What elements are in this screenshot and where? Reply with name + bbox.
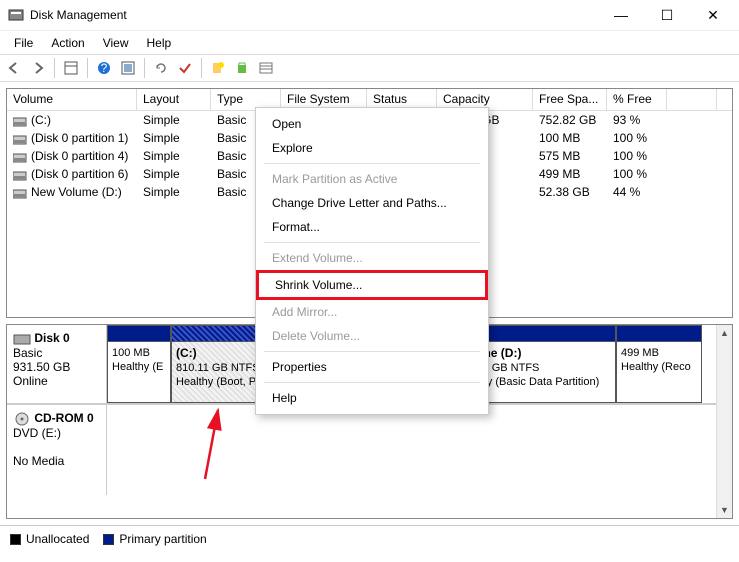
menu-help[interactable]: Help — [139, 34, 180, 52]
col-layout[interactable]: Layout — [137, 89, 211, 110]
cdrom-empty — [107, 405, 716, 495]
cdrom-type: DVD (E:) — [13, 426, 61, 440]
ctx-change-letter[interactable]: Change Drive Letter and Paths... — [256, 191, 488, 215]
partition[interactable]: 100 MBHealthy (E — [107, 325, 171, 403]
disk0-status: Online — [13, 374, 48, 388]
ctx-shrink-volume[interactable]: Shrink Volume... — [256, 270, 488, 300]
col-blank[interactable] — [667, 89, 717, 110]
show-hide-icon[interactable] — [61, 58, 81, 78]
disk0-info[interactable]: Disk 0 Basic 931.50 GB Online — [7, 325, 107, 403]
window-title: Disk Management — [30, 8, 607, 22]
back-icon[interactable] — [4, 58, 24, 78]
menu-bar: File Action View Help — [0, 30, 739, 54]
menu-action[interactable]: Action — [43, 34, 92, 52]
ctx-mark-active: Mark Partition as Active — [256, 167, 488, 191]
legend-unallocated: Unallocated — [10, 532, 89, 546]
refresh-icon[interactable] — [151, 58, 171, 78]
col-free[interactable]: Free Spa... — [533, 89, 607, 110]
col-volume[interactable]: Volume — [7, 89, 137, 110]
app-icon — [8, 7, 24, 23]
ctx-extend-volume: Extend Volume... — [256, 246, 488, 270]
ctx-properties[interactable]: Properties — [256, 355, 488, 379]
settings-icon[interactable] — [118, 58, 138, 78]
list-icon[interactable] — [256, 58, 276, 78]
ctx-open[interactable]: Open — [256, 112, 488, 136]
legend-primary: Primary partition — [103, 532, 206, 546]
window-controls: — ☐ ✕ — [607, 5, 727, 25]
graphical-scrollbar[interactable]: ▲ ▼ — [716, 325, 732, 518]
forward-icon[interactable] — [28, 58, 48, 78]
title-bar: Disk Management — ☐ ✕ — [0, 0, 739, 30]
context-menu: Open Explore Mark Partition as Active Ch… — [255, 107, 489, 415]
check-icon[interactable] — [175, 58, 195, 78]
scroll-down-icon[interactable]: ▼ — [717, 502, 732, 518]
cdrom-title: CD-ROM 0 — [34, 411, 93, 425]
help-icon[interactable]: ? — [94, 58, 114, 78]
minimize-button[interactable]: — — [607, 5, 635, 25]
safe-icon[interactable] — [232, 58, 252, 78]
ctx-delete-volume: Delete Volume... — [256, 324, 488, 348]
ctx-add-mirror: Add Mirror... — [256, 300, 488, 324]
toolbar: ? — [0, 54, 739, 82]
cdrom-status: No Media — [13, 454, 64, 468]
new-icon[interactable] — [208, 58, 228, 78]
svg-text:?: ? — [101, 61, 108, 75]
menu-view[interactable]: View — [95, 34, 137, 52]
menu-file[interactable]: File — [6, 34, 41, 52]
close-button[interactable]: ✕ — [699, 5, 727, 25]
col-pctfree[interactable]: % Free — [607, 89, 667, 110]
ctx-help[interactable]: Help — [256, 386, 488, 410]
ctx-format[interactable]: Format... — [256, 215, 488, 239]
disk0-type: Basic — [13, 346, 42, 360]
legend: Unallocated Primary partition — [0, 525, 739, 552]
disk0-title: Disk 0 — [34, 331, 69, 345]
ctx-explore[interactable]: Explore — [256, 136, 488, 160]
partition[interactable]: 499 MBHealthy (Reco — [616, 325, 702, 403]
disk0-size: 931.50 GB — [13, 360, 70, 374]
cdrom-info[interactable]: CD-ROM 0 DVD (E:) No Media — [7, 405, 107, 495]
cdrom-row: CD-ROM 0 DVD (E:) No Media — [7, 403, 716, 495]
maximize-button[interactable]: ☐ — [653, 5, 681, 25]
scroll-up-icon[interactable]: ▲ — [717, 325, 732, 341]
